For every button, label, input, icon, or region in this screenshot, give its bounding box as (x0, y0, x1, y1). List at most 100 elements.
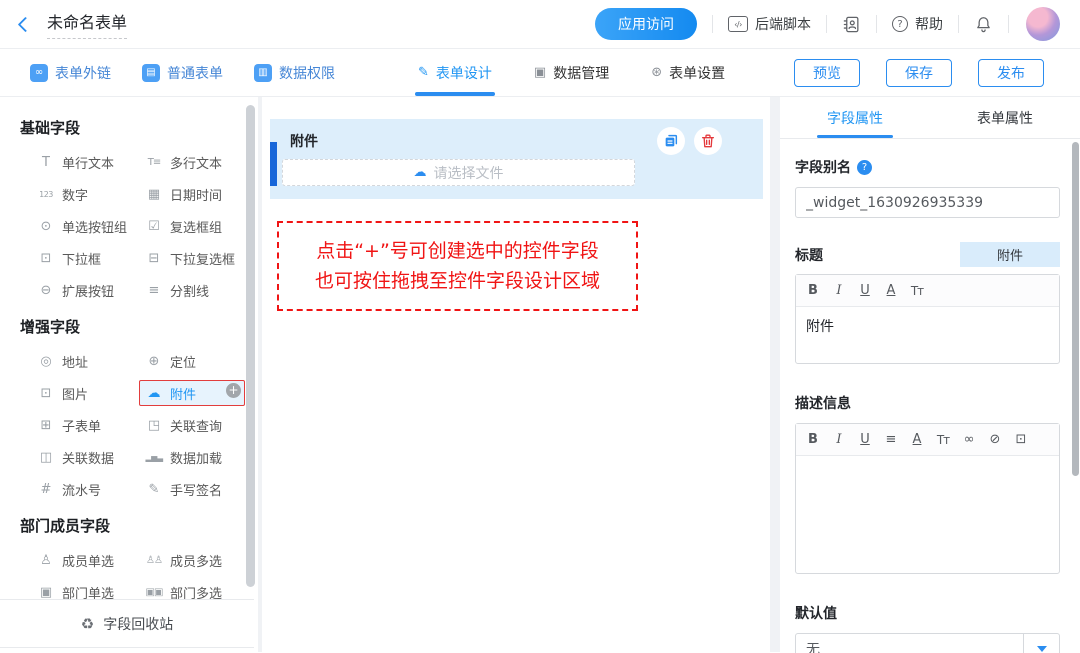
field-item-attachment-selected[interactable]: ☁附件+ (139, 380, 245, 406)
field-item[interactable]: T≡多行文本 (145, 149, 253, 175)
contacts-button[interactable] (842, 15, 861, 34)
color-button[interactable]: A (878, 276, 904, 306)
field-item[interactable]: ⊟下拉复选框 (145, 245, 253, 271)
description-editor-body[interactable] (796, 456, 1059, 573)
backend-script-button[interactable]: ‹/› 后端脚本 (728, 14, 811, 34)
field-item[interactable]: ▦日期时间 (145, 181, 253, 207)
field-label: 数据加载 (170, 448, 222, 467)
field-section-title: 增强字段 (20, 316, 258, 337)
fontsize-button[interactable]: Tт (904, 276, 930, 306)
title-editor-body[interactable]: 附件 (796, 307, 1059, 363)
shortcut-label: 普通表单 (167, 63, 223, 83)
tab-data-manage[interactable]: ▣数据管理 (534, 49, 609, 96)
field-sections: 基础字段T单行文本T≡多行文本123数字▦日期时间⊙单选按钮组☑复选框组⊡下拉框… (20, 117, 258, 608)
attachment-widget-selected[interactable]: 附件 ☁ 请选择文件 (270, 119, 763, 199)
tab-form-properties[interactable]: 表单属性 (930, 97, 1080, 138)
form-shortcut[interactable]: ▤ 普通表单 (142, 63, 223, 83)
tab-form-design[interactable]: ✎表单设计 (418, 49, 492, 96)
field-item[interactable]: ◳关联查询 (145, 412, 253, 438)
fontsize-button[interactable]: Tт (930, 425, 956, 455)
underline-button[interactable]: U (852, 276, 878, 306)
save-button[interactable]: 保存 (886, 59, 952, 87)
field-item[interactable]: 123数字 (37, 181, 145, 207)
form-shortcut[interactable]: ▥数据权限 (254, 63, 335, 83)
unlink-button[interactable]: ⊘ (982, 425, 1008, 455)
help-button[interactable]: ? 帮助 (892, 14, 943, 34)
back-icon[interactable] (18, 16, 34, 32)
notifications-button[interactable] (974, 15, 993, 34)
field-item[interactable]: ≡分割线 (145, 277, 253, 303)
image-icon: ⊡ (37, 386, 55, 401)
field-recycle-bin-button[interactable]: ♻ 字段回收站 (0, 599, 254, 648)
user-avatar[interactable] (1026, 7, 1060, 41)
publish-button[interactable]: 发布 (978, 59, 1044, 87)
sidebar-scrollbar[interactable] (246, 105, 255, 587)
recycle-label: 字段回收站 (103, 614, 173, 634)
field-label: 多行文本 (170, 153, 222, 172)
form-title[interactable]: 未命名表单 (47, 9, 127, 39)
field-label: 扩展按钮 (62, 281, 114, 300)
contacts-icon (842, 15, 861, 34)
app-access-button[interactable]: 应用访问 (595, 8, 697, 40)
default-value-select[interactable]: 无 (795, 633, 1060, 653)
bold-button[interactable]: B (800, 425, 826, 455)
select-caret-area[interactable] (1023, 634, 1059, 653)
trash-icon (700, 133, 716, 149)
delete-widget-button[interactable] (694, 127, 722, 155)
tab-field-properties[interactable]: 字段属性 (780, 97, 930, 138)
properties-content: 字段别名 ? 标题 附件 BIUATт 附件 描述信息 BIU≡ATт∞⊘⊡ 默… (780, 139, 1080, 653)
underline-button[interactable]: U (852, 425, 878, 455)
image-button[interactable]: ⊡ (1008, 425, 1034, 455)
field-item[interactable]: ⊞子表单 (37, 412, 145, 438)
color-button[interactable]: A (904, 425, 930, 455)
field-item[interactable]: #流水号 (37, 476, 145, 502)
field-item[interactable]: T单行文本 (37, 149, 145, 175)
field-label: 流水号 (62, 480, 101, 499)
italic-button[interactable]: I (826, 276, 852, 306)
field-item[interactable]: ☑复选框组 (145, 213, 253, 239)
tab-form-settings[interactable]: ⊛表单设置 (651, 49, 725, 96)
field-item[interactable]: ◫关联数据 (37, 444, 145, 470)
title-chip-button[interactable]: 附件 (960, 242, 1060, 267)
field-item[interactable]: ⊡图片 (37, 380, 145, 406)
field-item[interactable]: ⊖扩展按钮 (37, 277, 145, 303)
field-item[interactable]: ⊕定位 (145, 348, 253, 374)
tab-label: 表单设计 (436, 63, 492, 83)
top-bar: 未命名表单 应用访问 ‹/› 后端脚本 ? 帮助 (0, 0, 1080, 49)
document-icon: ▤ (142, 64, 160, 82)
field-item[interactable]: ♙♙成员多选 (145, 547, 253, 573)
dept-multi-icon: ▣▣ (145, 587, 163, 598)
field-alias-input[interactable] (795, 187, 1060, 218)
form-shortcut[interactable]: ∞表单外链 (30, 63, 111, 83)
copy-widget-button[interactable] (657, 127, 685, 155)
panel-scrollbar[interactable] (1072, 142, 1079, 476)
field-item[interactable]: ⊙单选按钮组 (37, 213, 145, 239)
field-label: 地址 (62, 352, 88, 371)
file-upload-button[interactable]: ☁ 请选择文件 (282, 159, 635, 186)
add-field-plus-button[interactable]: + (226, 383, 241, 398)
shortcut-label: 表单外链 (55, 63, 111, 83)
field-item[interactable]: ✎手写签名 (145, 476, 253, 502)
bold-button[interactable]: B (800, 276, 826, 306)
subform-icon: ⊞ (37, 418, 55, 433)
field-grid: T单行文本T≡多行文本123数字▦日期时间⊙单选按钮组☑复选框组⊡下拉框⊟下拉复… (20, 146, 258, 306)
recycle-icon: ♻ (81, 615, 94, 633)
dept-single-icon: ▣ (37, 585, 55, 600)
properties-tabs: 字段属性表单属性 (780, 97, 1080, 139)
alias-help-icon[interactable]: ? (857, 160, 872, 175)
form-design-canvas[interactable]: 附件 ☁ 请选择文件 (262, 97, 770, 652)
field-label: 数字 (62, 185, 88, 204)
default-value-label: 默认值 (795, 603, 1060, 623)
italic-button[interactable]: I (826, 425, 852, 455)
location-icon: ⊕ (145, 354, 163, 369)
field-item[interactable]: ▂▅▃数据加载 (145, 444, 253, 470)
field-label: 分割线 (170, 281, 209, 300)
tab-label: 表单设置 (669, 63, 725, 83)
code-icon: ‹/› (728, 16, 748, 32)
field-item[interactable]: ♙成员单选 (37, 547, 145, 573)
link-button[interactable]: ∞ (956, 425, 982, 455)
field-item[interactable]: ◎地址 (37, 348, 145, 374)
align-button[interactable]: ≡ (878, 425, 904, 455)
preview-button[interactable]: 预览 (794, 59, 860, 87)
field-item[interactable]: ⊡下拉框 (37, 245, 145, 271)
